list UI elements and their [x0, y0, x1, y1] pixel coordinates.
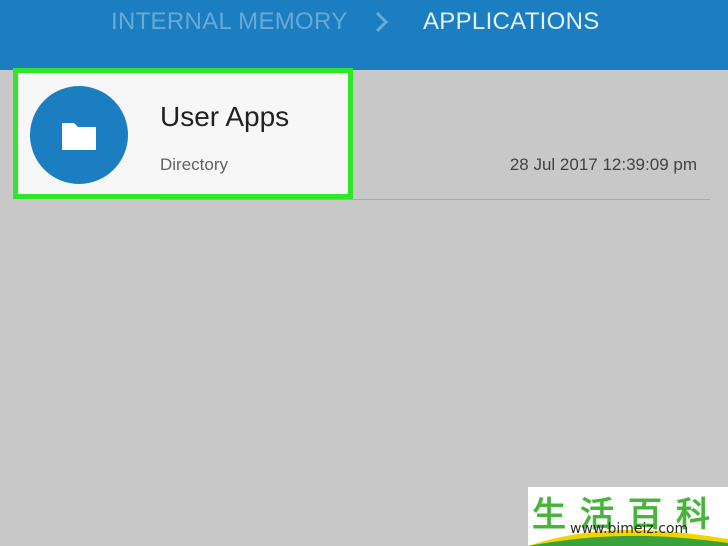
breadcrumb-applications[interactable]: APPLICATIONS [423, 8, 600, 36]
breadcrumb-internal-memory[interactable]: INTERNAL MEMORY [111, 8, 348, 36]
chevron-right-icon [375, 11, 389, 33]
item-modified-date: 28 Jul 2017 12:39:09 pm [509, 155, 697, 174]
item-type: Directory [160, 155, 229, 174]
watermark-logo: 生活百科 www.bimeiz.com [528, 487, 728, 546]
folder-avatar [30, 86, 128, 184]
watermark-url: www.bimeiz.com [570, 521, 689, 537]
top-bar: INTERNAL MEMORY APPLICATIONS [0, 0, 728, 70]
list-divider [160, 199, 710, 200]
folder-icon [62, 123, 96, 150]
item-title[interactable]: User Apps [160, 101, 289, 133]
